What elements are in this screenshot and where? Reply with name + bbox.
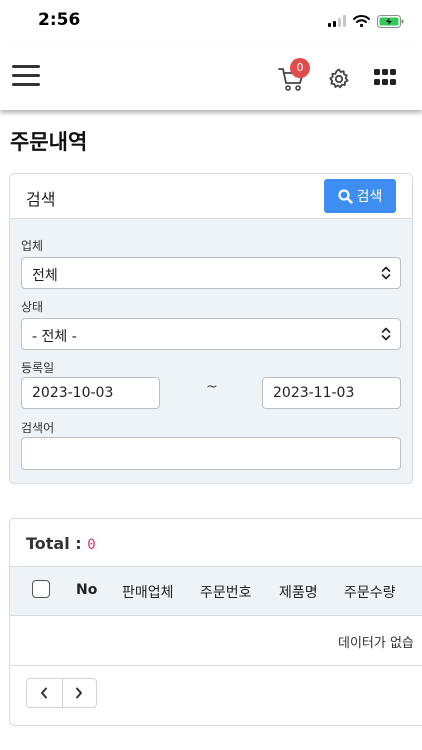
select-arrows-icon (381, 327, 391, 341)
column-header-product-name[interactable]: 제품명 (279, 582, 318, 602)
signal-icon (328, 15, 346, 27)
keyword-input[interactable] (21, 437, 401, 470)
date-separator: ~ (206, 379, 218, 395)
status-icons (328, 12, 404, 30)
column-header-no[interactable]: No (76, 582, 97, 598)
search-button-label: 검색 (356, 189, 383, 205)
status-select-value: - 전체 - (32, 329, 77, 345)
vendor-label: 업체 (21, 239, 44, 253)
status-select[interactable]: - 전체 - (21, 318, 401, 350)
search-icon (338, 188, 353, 204)
total-label: Total : (26, 534, 82, 553)
select-all-checkbox[interactable] (32, 580, 50, 598)
date-to-input[interactable]: 2023-11-03 (262, 377, 401, 409)
empty-message: 데이터가 없습 (338, 636, 414, 651)
select-arrows-icon (381, 266, 391, 280)
cart-count-badge: 0 (290, 58, 310, 78)
date-label: 등록일 (21, 361, 55, 375)
pagination (26, 678, 97, 708)
status-time: 2:56 (38, 10, 81, 30)
table-header: No 판매업체 주문번호 제품명 주문수량 (10, 566, 422, 616)
date-from-value: 2023-10-03 (32, 385, 114, 401)
status-label: 상태 (21, 300, 44, 314)
apps-grid-icon[interactable] (374, 69, 396, 86)
prev-page-button[interactable] (27, 679, 62, 707)
status-bar: 2:56 (0, 0, 422, 44)
wifi-icon (353, 15, 370, 27)
chevron-left-icon (41, 687, 48, 699)
empty-table-row: 데이터가 없습 (10, 616, 422, 666)
app-header: 0 (0, 44, 422, 110)
date-to-value: 2023-11-03 (273, 385, 355, 401)
total-count: 0 (87, 537, 96, 553)
search-panel-header: 검색 검색 (10, 174, 412, 219)
column-header-quantity[interactable]: 주문수량 (344, 582, 396, 602)
next-page-button[interactable] (61, 679, 97, 707)
column-header-order-number[interactable]: 주문번호 (200, 582, 252, 602)
chevron-right-icon (76, 687, 83, 699)
search-panel: 검색 검색 업체 전체 상태 - 전체 - 등록일 2023-10-03 ~ 2… (9, 173, 413, 484)
vendor-select[interactable]: 전체 (21, 257, 401, 289)
battery-icon (377, 14, 404, 28)
date-from-input[interactable]: 2023-10-03 (21, 377, 160, 409)
gear-icon[interactable] (327, 67, 351, 91)
search-panel-title: 검색 (26, 190, 56, 209)
search-button[interactable]: 검색 (324, 179, 396, 213)
results-panel: Total : 0 No 판매업체 주문번호 제품명 주문수량 데이터가 없습 (9, 518, 422, 726)
vendor-select-value: 전체 (32, 268, 58, 284)
total-summary: Total : 0 (26, 534, 96, 553)
hamburger-menu-icon[interactable] (12, 65, 40, 89)
keyword-label: 검색어 (21, 421, 55, 435)
column-header-vendor[interactable]: 판매업체 (122, 582, 174, 602)
page-title: 주문내역 (10, 130, 88, 154)
